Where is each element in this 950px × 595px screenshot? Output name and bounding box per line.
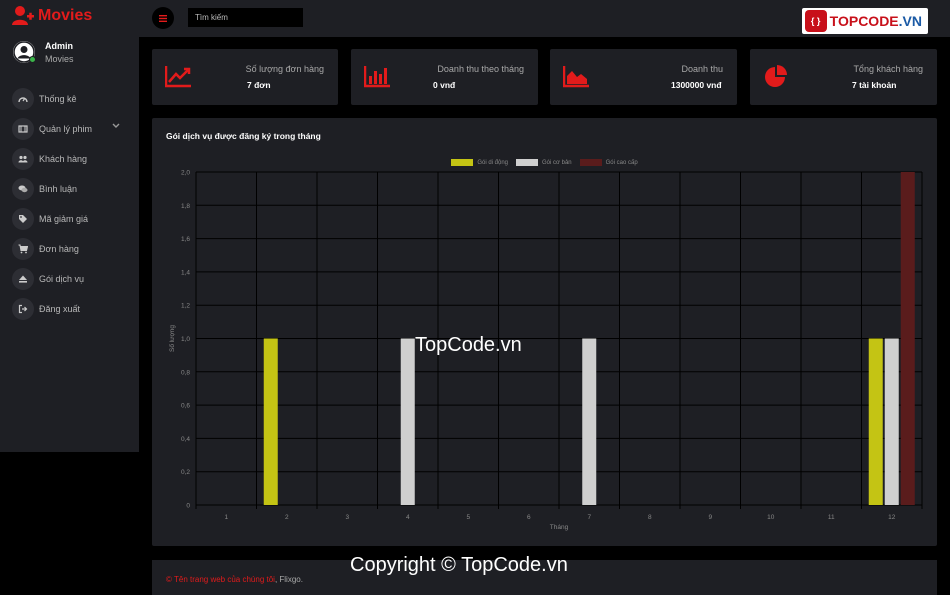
y-tick-label: 1,4	[181, 269, 190, 276]
topbar: { } TOPCODE.VN	[139, 0, 950, 37]
y-tick-label: 2,0	[181, 170, 190, 177]
sidebar-item-khach-hang[interactable]: Khách hàng	[12, 144, 132, 174]
pie-chart-icon	[765, 65, 787, 87]
copyright-symbol: ©	[166, 575, 172, 584]
trend-up-icon	[165, 66, 191, 88]
x-tick-label: 4	[406, 514, 410, 521]
logout-icon	[12, 298, 34, 320]
sidebar-item-label: Mã giảm giá	[39, 214, 89, 224]
sidebar-item-label: Đăng xuất	[39, 304, 81, 314]
logo-text-b: .VN	[898, 13, 922, 29]
comments-icon	[12, 178, 34, 200]
card-label: Số lượng đơn hàng	[245, 64, 324, 74]
card-label: Doanh thu theo tháng	[437, 64, 524, 74]
avatar	[13, 41, 36, 63]
stat-card-monthly-revenue: Doanh thu theo tháng 0 vnđ	[351, 49, 538, 105]
user-role: Movies	[45, 54, 74, 64]
sidebar-item-binh-luan[interactable]: Bình luận	[12, 174, 132, 204]
chart-panel: Gói dịch vụ được đăng ký trong tháng Gói…	[152, 118, 937, 546]
footer-suffix: , Flixgo.	[274, 575, 303, 584]
y-tick-label: 0	[186, 503, 190, 510]
card-value: 1300000 vnđ	[671, 80, 722, 90]
footer-link[interactable]: Tên trang web của chúng tôi	[174, 575, 275, 584]
topcode-logo: { } TOPCODE.VN	[801, 8, 928, 34]
logo-text-a: TOPCODE	[829, 13, 899, 29]
sidebar-menu: Thống kê Quản lý phim Khách hàng Bình lu…	[12, 84, 132, 324]
sidebar-item-ma-giam-gia[interactable]: Mã giảm giá	[12, 204, 132, 234]
sidebar-item-goi-dich-vu[interactable]: Gói dịch vụ	[12, 264, 132, 294]
card-value: 0 vnđ	[433, 80, 456, 90]
area-chart-icon	[563, 66, 589, 88]
card-label: Tổng khách hàng	[853, 64, 923, 74]
y-axis-label: Số lượng	[167, 325, 176, 352]
x-tick-label: 6	[527, 514, 531, 521]
online-status-dot	[29, 56, 36, 63]
chart-bar	[868, 338, 883, 505]
sidebar-item-don-hang[interactable]: Đơn hàng	[12, 234, 132, 264]
eject-icon	[12, 268, 34, 290]
search-input[interactable]	[188, 8, 303, 27]
copyright-overlay: Copyright © TopCode.vn	[350, 554, 568, 576]
chevron-down-icon[interactable]	[112, 123, 120, 129]
x-axis-label: Tháng	[550, 524, 569, 531]
sidebar: Movies Admin Movies Thống kê Quản lý phi…	[0, 0, 139, 452]
chart-bar	[900, 172, 915, 505]
x-tick-label: 3	[345, 514, 349, 521]
watermark: TopCode.vn	[415, 334, 522, 356]
stat-card-customers: Tổng khách hàng 7 tài khoản	[750, 49, 937, 105]
chart-bar	[400, 338, 415, 505]
user-profile[interactable]: Admin Movies	[13, 41, 74, 64]
user-name: Admin	[45, 41, 73, 51]
bar-chart: 00,20,40,60,81,01,21,41,61,82,01 2 3 4 5 6 7 8 9…	[167, 170, 923, 531]
y-tick-label: 1,2	[181, 303, 190, 310]
stat-card-orders: Số lượng đơn hàng 7 đơn	[152, 49, 338, 105]
card-value: 7 đơn	[247, 80, 271, 90]
x-tick-label: 1	[224, 514, 228, 521]
chart-bar	[263, 338, 278, 505]
sidebar-item-label: Gói dịch vụ	[39, 274, 85, 284]
sidebar-item-label: Thống kê	[39, 94, 77, 104]
logo-text: TOPCODE.VN	[830, 13, 922, 29]
y-tick-label: 0,4	[181, 436, 190, 443]
dashboard-icon	[12, 88, 34, 110]
brand[interactable]: Movies	[12, 6, 92, 26]
sidebar-item-thong-ke[interactable]: Thống kê	[12, 84, 132, 114]
chart-bar	[582, 338, 597, 505]
y-tick-label: 0,2	[181, 469, 190, 476]
card-label: Doanh thu	[681, 64, 723, 74]
sidebar-item-quan-ly-phim[interactable]: Quản lý phim	[12, 114, 132, 144]
sidebar-item-label: Quản lý phim	[39, 124, 93, 134]
x-tick-label: 11	[828, 514, 835, 521]
x-tick-label: 8	[648, 514, 652, 521]
card-value: 7 tài khoản	[852, 80, 897, 90]
hamburger-icon	[159, 14, 167, 22]
logo-mark: { }	[804, 10, 827, 32]
sidebar-item-dang-xuat[interactable]: Đăng xuất	[12, 294, 132, 324]
sidebar-item-label: Khách hàng	[39, 154, 88, 164]
sidebar-item-label: Bình luận	[39, 184, 78, 194]
sidebar-item-label: Đơn hàng	[39, 244, 79, 254]
x-tick-label: 5	[466, 514, 470, 521]
x-tick-label: 7	[587, 514, 591, 521]
x-tick-label: 9	[708, 514, 712, 521]
x-tick-label: 2	[285, 514, 289, 521]
tags-icon	[12, 208, 34, 230]
x-tick-label: 10	[767, 514, 775, 521]
user-plus-icon	[12, 6, 34, 25]
y-tick-label: 1,0	[181, 336, 190, 343]
y-tick-label: 1,6	[181, 236, 190, 243]
x-tick-label: 12	[888, 514, 896, 521]
bar-chart-icon	[364, 66, 390, 88]
brand-name: Movies	[38, 7, 93, 24]
stat-card-revenue: Doanh thu 1300000 vnđ	[550, 49, 737, 105]
cart-icon	[12, 238, 34, 260]
menu-toggle-button[interactable]	[152, 7, 174, 29]
y-tick-label: 1,8	[181, 203, 190, 210]
users-icon	[12, 148, 34, 170]
y-tick-label: 0,8	[181, 369, 190, 376]
y-tick-label: 0,6	[181, 403, 190, 410]
footer-text: © Tên trang web của chúng tôi, Flixgo.	[166, 575, 303, 584]
chart-bar	[884, 338, 899, 505]
film-icon	[12, 118, 34, 140]
